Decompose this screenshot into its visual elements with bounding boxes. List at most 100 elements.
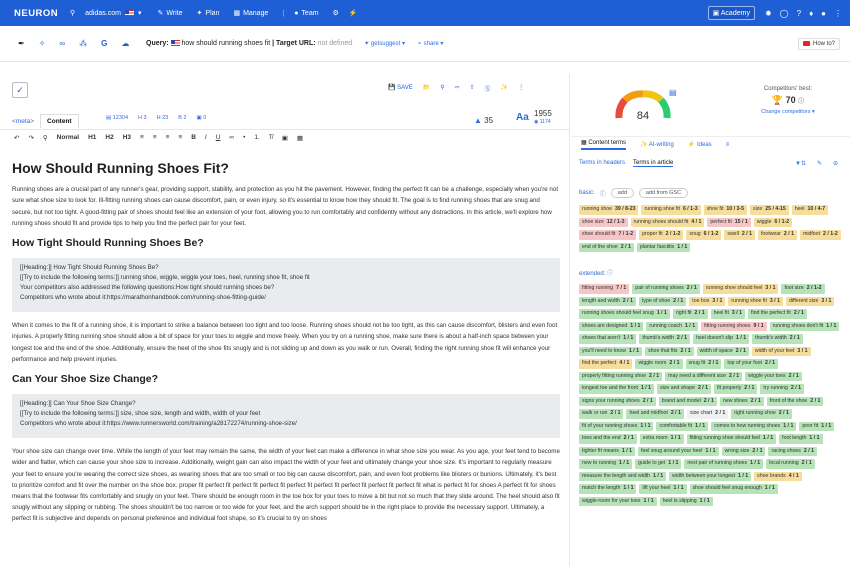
complete-checkbox[interactable]: ✓: [12, 82, 28, 98]
link-icon[interactable]: ∞: [229, 134, 234, 141]
term-chip[interactable]: thumb's width 2 / 1: [639, 334, 690, 344]
term-chip[interactable]: new to running 1 / 1: [579, 459, 633, 469]
term-chip[interactable]: find the perfect 4 / 1: [579, 359, 633, 369]
term-chip[interactable]: next pair of running shoes 1 / 1: [684, 459, 764, 469]
term-chip[interactable]: lift your heel 1 / 1: [639, 484, 687, 494]
term-chip[interactable]: swell 2 / 1: [724, 230, 755, 240]
term-chip[interactable]: fitting running 7 / 1: [579, 284, 630, 294]
cloud-tool-icon[interactable]: ☁: [121, 39, 129, 48]
term-chip[interactable]: fitting running shoes 9 / 1: [701, 321, 767, 331]
term-chip[interactable]: width of your feet 3 / 1: [751, 346, 811, 356]
term-chip[interactable]: running shoes should feel snug 1 / 1: [579, 309, 670, 319]
align-center-icon[interactable]: ≡: [153, 134, 157, 141]
term-chip[interactable]: end of the shoe 2 / 1: [579, 242, 634, 252]
term-chip[interactable]: heel fit 3 / 1: [710, 309, 746, 319]
term-chip[interactable]: measure the length and width 1 / 1: [579, 471, 667, 481]
tab-content[interactable]: Content: [40, 114, 79, 128]
getsuggest-dropdown[interactable]: ✦ getsuggest ▾: [364, 40, 405, 47]
image-insert-icon[interactable]: ▣: [282, 134, 288, 142]
ai-magic-icon[interactable]: ✨: [501, 84, 508, 93]
term-chip[interactable]: thumb's width 2 / 1: [752, 334, 803, 344]
term-chip[interactable]: toes and the end 2 / 1: [579, 434, 637, 444]
term-chip[interactable]: fitting running shoe should feel 1 / 1: [686, 434, 777, 444]
format-h3[interactable]: H3: [123, 134, 131, 141]
save-button[interactable]: 💾 SAVE: [388, 84, 413, 93]
term-chip[interactable]: running coach 1 / 1: [646, 321, 699, 331]
more-icon[interactable]: ⋮: [518, 84, 524, 93]
term-chip[interactable]: running shoes don't fit 1 / 1: [769, 321, 840, 331]
term-chip[interactable]: shoe fit 10 / 3-5: [703, 205, 748, 215]
academy-button[interactable]: ▣ Academy: [707, 6, 755, 20]
term-chip[interactable]: new shoes 2 / 1: [719, 396, 764, 406]
edit-icon[interactable]: ✎: [817, 160, 822, 167]
term-chip[interactable]: tighter fit means 1 / 1: [579, 446, 636, 456]
term-chip[interactable]: find the perfect fit 2 / 1: [748, 309, 807, 319]
nav-manage[interactable]: ▦ Manage: [233, 9, 268, 18]
term-chip[interactable]: snug 6 / 1-2: [686, 230, 722, 240]
change-competitors-link[interactable]: Change competitors ▾: [747, 109, 829, 115]
menu-dots-icon[interactable]: ⋮: [834, 9, 842, 18]
article-content[interactable]: How Should Running Shoes Fit? Running sh…: [12, 160, 560, 525]
edit-tool-icon[interactable]: ✒: [18, 39, 25, 48]
term-chip[interactable]: properly fitting running shoe 2 / 1: [579, 371, 663, 381]
nav-team[interactable]: ● Team: [294, 10, 318, 17]
compass-tool-icon[interactable]: ✧: [39, 39, 46, 48]
term-chip[interactable]: front of the shoe 2 / 1: [766, 396, 824, 406]
sliders-icon[interactable]: ≡: [726, 142, 730, 148]
term-chip[interactable]: wrong size 2 / 1: [721, 446, 766, 456]
find-icon[interactable]: ⚲: [43, 134, 48, 142]
google-icon[interactable]: G: [101, 39, 107, 48]
term-chip[interactable]: type of shoe 2 / 1: [638, 296, 687, 306]
font-size-icon[interactable]: Aa: [516, 112, 529, 123]
align-right-icon[interactable]: ≡: [166, 134, 170, 141]
redo-icon[interactable]: ↷: [28, 134, 33, 142]
term-chip[interactable]: running shoe should feel 3 / 1: [702, 284, 779, 294]
term-chip[interactable]: fit of your running shoes 1 / 1: [579, 421, 654, 431]
term-chip[interactable]: fit properly 2 / 1: [714, 384, 758, 394]
term-chip[interactable]: shoes are designed 1 / 1: [579, 321, 644, 331]
help-icon[interactable]: ?: [797, 9, 801, 18]
term-chip[interactable]: perfect fit 15 / 1: [707, 217, 751, 227]
term-chip[interactable]: local running 2 / 1: [766, 459, 815, 469]
term-chip[interactable]: shoe brands 4 / 1: [754, 471, 802, 481]
term-chip[interactable]: right fit 2 / 1: [672, 309, 708, 319]
term-chip[interactable]: right running shoe 2 / 1: [731, 409, 792, 419]
user-icon[interactable]: ●: [821, 9, 826, 18]
term-chip[interactable]: size and shape 2 / 1: [657, 384, 712, 394]
term-chip[interactable]: length and width 2 / 1: [579, 296, 636, 306]
term-chip[interactable]: signs your running shoes 2 / 1: [579, 396, 656, 406]
term-chip[interactable]: width between your longest 1 / 1: [669, 471, 752, 481]
numbered-list-icon[interactable]: 1.: [254, 134, 259, 141]
term-chip[interactable]: size chart 2 / 1: [686, 409, 729, 419]
tab-meta[interactable]: <meta>: [6, 115, 40, 128]
term-chip[interactable]: may need a different size 2 / 1: [665, 371, 743, 381]
term-chip[interactable]: foot length 1 / 1: [779, 434, 823, 444]
bullet-list-icon[interactable]: •: [243, 134, 245, 141]
search-replace-icon[interactable]: ⚲: [440, 84, 444, 93]
info-icon[interactable]: ⓘ: [607, 271, 613, 277]
term-chip[interactable]: extra room 1 / 1: [639, 434, 684, 444]
neuron-logo[interactable]: NEURON: [14, 8, 70, 19]
term-chip[interactable]: try running 2 / 1: [760, 384, 805, 394]
table-insert-icon[interactable]: ▦: [297, 134, 303, 142]
term-chip[interactable]: comes to how running shoes 1 / 1: [711, 421, 797, 431]
export-icon[interactable]: ⇨: [455, 84, 460, 93]
folder-icon[interactable]: 📁: [423, 84, 430, 93]
bold-icon[interactable]: B: [191, 134, 196, 141]
add-term-button[interactable]: add: [610, 188, 634, 198]
term-chip[interactable]: match the length 1 / 1: [579, 484, 637, 494]
italic-icon[interactable]: I: [205, 134, 207, 141]
term-chip[interactable]: proper fit 2 / 1-2: [639, 230, 684, 240]
project-selector[interactable]: adidas.com ▾: [85, 9, 141, 18]
term-chip[interactable]: wiggle-room for your toes 1 / 1: [579, 496, 657, 506]
tab-ideas[interactable]: ⚡ Ideas: [688, 141, 712, 148]
align-left-icon[interactable]: ≡: [140, 134, 144, 141]
term-chip[interactable]: foot size 2 / 1-2: [781, 284, 825, 294]
clear-format-icon[interactable]: T̸: [269, 134, 273, 141]
nodes-tool-icon[interactable]: ⁂: [79, 39, 87, 48]
term-chip[interactable]: wiggle room 2 / 1: [635, 359, 683, 369]
term-chip[interactable]: heel 10 / 4-7: [791, 205, 829, 215]
term-chip[interactable]: brand and model 2 / 1: [658, 396, 717, 406]
term-chip[interactable]: running shoe 39 / 8-23: [579, 205, 639, 215]
term-chip[interactable]: walk or run 2 / 1: [579, 409, 624, 419]
